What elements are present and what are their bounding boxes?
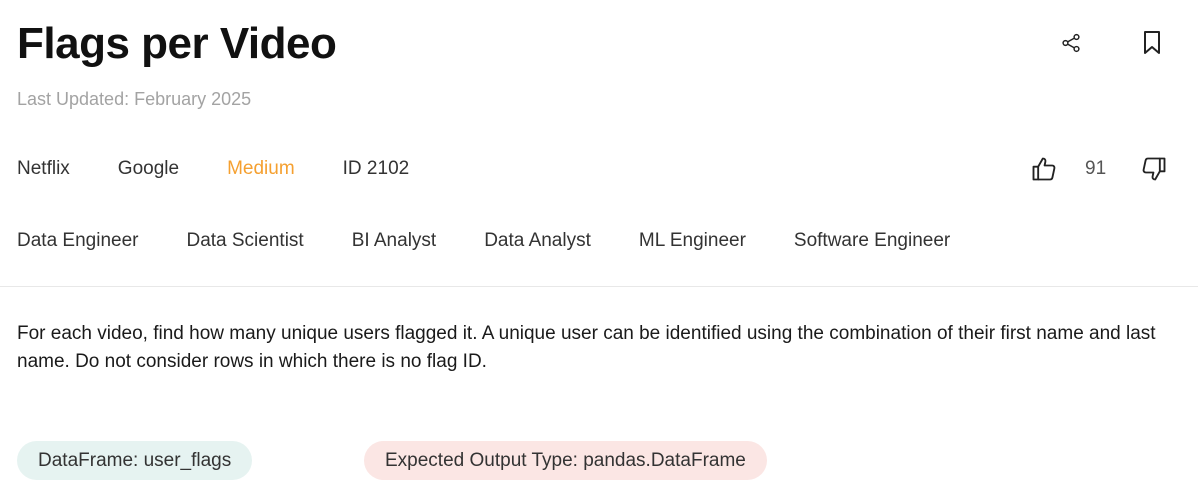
role-tag-bi-analyst[interactable]: BI Analyst (352, 229, 437, 253)
share-icon (1062, 33, 1080, 53)
vote-count: 91 (1085, 158, 1107, 179)
company-tag-google[interactable]: Google (118, 157, 179, 181)
role-tag-software-engineer[interactable]: Software Engineer (794, 229, 950, 253)
difficulty-tag: Medium (227, 158, 295, 179)
dataframe-badge[interactable]: DataFrame: user_flags (17, 441, 253, 480)
section-divider (0, 286, 1198, 287)
thumbs-up-icon (1032, 157, 1056, 181)
role-tag-data-engineer[interactable]: Data Engineer (17, 229, 138, 253)
bookmark-button[interactable] (1136, 27, 1168, 59)
downvote-button[interactable] (1137, 152, 1171, 186)
page-title: Flags per Video (17, 19, 337, 68)
company-tag-netflix[interactable]: Netflix (17, 157, 70, 181)
role-tag-ml-engineer[interactable]: ML Engineer (639, 229, 746, 253)
expected-output-badge: Expected Output Type: pandas.DataFrame (364, 441, 767, 480)
upvote-button[interactable] (1027, 152, 1061, 186)
role-tag-data-analyst[interactable]: Data Analyst (484, 229, 591, 253)
last-updated-text: Last Updated: February 2025 (17, 89, 252, 109)
bookmark-icon (1144, 31, 1160, 54)
share-button[interactable] (1055, 27, 1087, 59)
thumbs-down-icon (1142, 157, 1166, 181)
role-tag-data-scientist[interactable]: Data Scientist (186, 229, 303, 253)
role-tags: Data Engineer Data Scientist BI Analyst … (17, 229, 998, 253)
question-tags: Netflix Google Medium ID 2102 (17, 157, 409, 181)
question-description: For each video, find how many unique use… (17, 323, 1156, 372)
question-id: ID 2102 (342, 158, 410, 179)
